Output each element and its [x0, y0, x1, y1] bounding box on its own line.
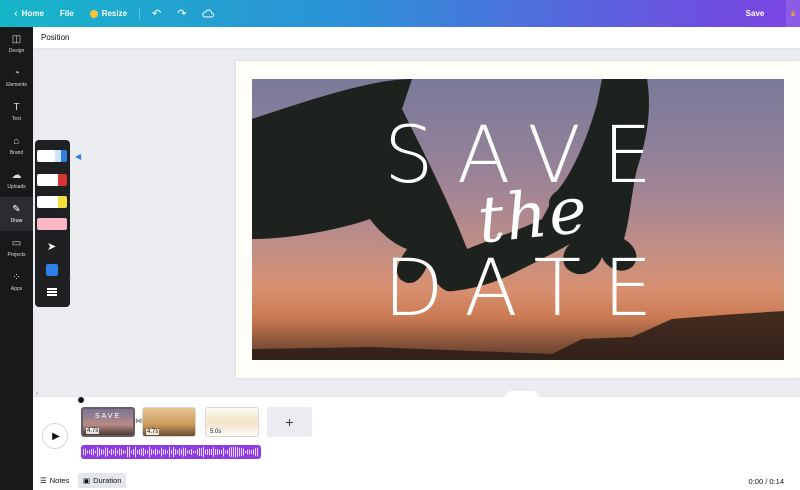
background-photo[interactable]: SAVE the DATE — [252, 79, 784, 360]
side-panel: ◫ Design ◔ Elements T Text ⌂ Brand ☁ Upl… — [0, 27, 33, 490]
timeline-collapse-tab[interactable] — [505, 391, 539, 398]
sidebar-item-label: Apps — [10, 285, 23, 292]
collapse-panel-chevron-icon[interactable]: ‹ — [69, 276, 71, 283]
add-scene-button[interactable]: + — [267, 407, 312, 437]
sidebar-item-label: Elements — [6, 81, 27, 88]
cloud-icon — [202, 9, 215, 18]
duration-icon: ▣ — [83, 476, 91, 485]
shapes-icon: ◔ — [13, 67, 20, 79]
redo-icon: ↷ — [177, 8, 187, 20]
sidebar-item-label: Design — [8, 47, 25, 54]
notes-button[interactable]: ☰ Notes — [40, 476, 69, 485]
playback-time: 0:00 / 0:14 — [748, 477, 784, 486]
cloud-save-status[interactable] — [194, 0, 222, 27]
sidebar-item-label: Projects — [7, 251, 26, 258]
file-menu-button[interactable]: File — [52, 0, 82, 27]
playhead[interactable] — [78, 397, 84, 403]
resize-button[interactable]: Resize — [82, 0, 135, 27]
color-swatch[interactable] — [46, 264, 58, 276]
crown-icon: ♛ — [789, 10, 797, 18]
sidebar-item-apps[interactable]: ⁘ Apps — [0, 265, 33, 299]
sidebar-item-design[interactable]: ◫ Design — [0, 27, 33, 61]
scroll-left-icon[interactable]: ‹ — [36, 391, 38, 397]
home-button[interactable]: ‹ Home — [6, 0, 52, 27]
duration-button[interactable]: ▣ Duration — [78, 473, 127, 488]
scene-thumbnail-2[interactable]: 4.7s — [142, 407, 196, 437]
waveform-icon — [83, 446, 258, 458]
active-pen-indicator-icon: ◀ — [75, 152, 82, 161]
sidebar-item-brand[interactable]: ⌂ Brand — [0, 129, 33, 163]
notes-icon: ☰ — [40, 476, 47, 485]
upgrade-button[interactable]: ♛ — [786, 0, 800, 27]
resize-label: Resize — [101, 9, 128, 18]
folder-icon: ▭ — [11, 237, 22, 249]
marker-tool[interactable] — [37, 174, 67, 186]
sidebar-item-label: Brand — [9, 149, 24, 156]
context-toolbar: Position — [33, 27, 800, 49]
stroke-weight-icon[interactable] — [47, 288, 57, 297]
sidebar-item-elements[interactable]: ◔ Elements — [0, 61, 33, 95]
pen-tool[interactable] — [37, 150, 67, 162]
play-icon: ▶ — [52, 430, 60, 442]
scene-thumbnail-3[interactable]: 5.0s — [205, 407, 259, 437]
transition-link-icon[interactable]: ⋈ — [135, 417, 142, 425]
undo-icon: ↶ — [152, 8, 162, 20]
scene-duration: 4.7s — [146, 429, 160, 435]
text-icon: T — [13, 101, 20, 113]
sidebar-item-label: Draw — [10, 217, 23, 224]
sidebar-item-uploads[interactable]: ☁ Uploads — [0, 163, 33, 197]
apps-grid-icon: ⁘ — [12, 271, 21, 283]
undo-button[interactable]: ↶ — [144, 0, 169, 27]
scene-duration: 5.0s — [209, 429, 223, 435]
scene-duration: 4.7s — [86, 428, 100, 434]
top-bar: ‹ Home File Resize ↶ ↷ Save ♛ — [0, 0, 800, 27]
layout-icon: ◫ — [11, 33, 22, 45]
duration-label: Duration — [93, 476, 122, 485]
play-button[interactable]: ▶ — [42, 423, 68, 449]
eraser-tool[interactable] — [37, 218, 67, 230]
chevron-left-icon: ‹ — [14, 7, 18, 20]
position-button[interactable]: Position — [41, 33, 69, 42]
redo-button[interactable]: ↷ — [169, 0, 194, 27]
sidebar-item-draw[interactable]: ✎ Draw — [0, 197, 33, 231]
sidebar-item-label: Text — [11, 115, 22, 122]
design-canvas[interactable]: SAVE the DATE — [236, 61, 800, 378]
brand-icon: ⌂ — [13, 135, 20, 147]
sidebar-item-projects[interactable]: ▭ Projects — [0, 231, 33, 265]
sidebar-item-label: Uploads — [7, 183, 26, 190]
sidebar-item-text[interactable]: T Text — [0, 95, 33, 129]
notes-label: Notes — [49, 476, 70, 485]
file-label: File — [59, 9, 74, 18]
headline-date[interactable]: DATE — [252, 244, 784, 334]
cloud-upload-icon: ☁ — [11, 169, 22, 181]
save-label: Save — [745, 9, 765, 18]
scene-thumbnail-1[interactable]: SAVE 4.7s — [81, 407, 135, 437]
crown-badge-icon — [89, 9, 98, 18]
pen-icon: ✎ — [12, 203, 21, 215]
draw-tools-panel: ➤ — [35, 140, 70, 307]
audio-track[interactable] — [81, 445, 261, 459]
scene-mini-text: SAVE — [95, 413, 122, 420]
save-button[interactable]: Save — [737, 0, 773, 27]
select-arrow-icon[interactable]: ➤ — [47, 240, 56, 253]
divider — [139, 7, 141, 20]
home-label: Home — [21, 9, 44, 18]
highlighter-tool[interactable] — [37, 196, 67, 208]
